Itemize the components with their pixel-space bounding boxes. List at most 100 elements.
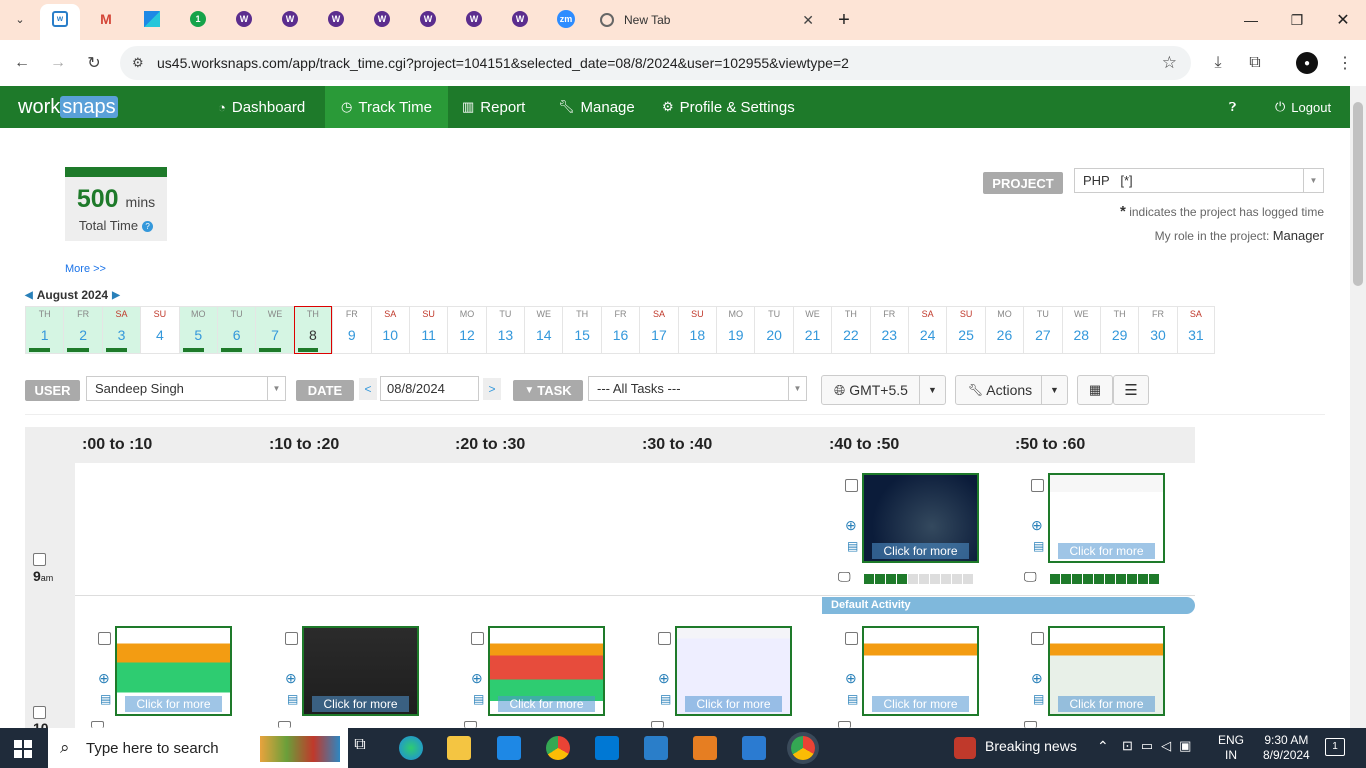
- system-tray-icons[interactable]: ⊡▭◁▣: [1122, 738, 1199, 754]
- zoom-in-icon[interactable]: ⊕: [285, 670, 297, 687]
- nav-track-time[interactable]: ◷ Track Time: [325, 86, 448, 128]
- edge-icon[interactable]: [399, 736, 423, 760]
- screenshot-checkbox[interactable]: [1031, 632, 1044, 645]
- zoom-in-icon[interactable]: ⊕: [1031, 670, 1043, 687]
- calendar-day[interactable]: TH 15: [562, 306, 601, 354]
- calendar-day[interactable]: SA 10: [370, 306, 409, 354]
- zoom-in-icon[interactable]: ⊕: [845, 517, 857, 534]
- tab-gmail[interactable]: M: [95, 8, 117, 30]
- project-select[interactable]: PHP [*] ▼: [1074, 168, 1324, 193]
- calendar-day[interactable]: FR 9: [332, 306, 371, 354]
- zoom-in-icon[interactable]: ⊕: [658, 670, 670, 687]
- more-link[interactable]: More >>: [65, 263, 106, 275]
- tray-chevron-icon[interactable]: ⌃: [1097, 738, 1109, 755]
- hour-10-checkbox[interactable]: [33, 706, 46, 719]
- calendar-day[interactable]: TU 27: [1023, 306, 1062, 354]
- tab-worksnaps-6[interactable]: W: [463, 8, 485, 30]
- timezone-button[interactable]: 🌐︎ GMT+5.5 ▼: [821, 375, 946, 405]
- screenshot-checkbox[interactable]: [651, 721, 664, 728]
- tab-worksnaps-4[interactable]: W: [371, 8, 393, 30]
- screenshot-checkbox[interactable]: [91, 721, 104, 728]
- tab-worksnaps-active[interactable]: w: [40, 4, 80, 40]
- document-icon[interactable]: ▤: [847, 539, 858, 553]
- calendar-day[interactable]: MO 12: [447, 306, 486, 354]
- new-tab-button[interactable]: +: [832, 8, 856, 32]
- calendar-day[interactable]: MO 5: [178, 306, 217, 354]
- screenshot-thumbnail[interactable]: Click for more: [302, 626, 419, 716]
- calendar-day[interactable]: WE 28: [1061, 306, 1100, 354]
- calendar-day[interactable]: TU 20: [754, 306, 793, 354]
- screenshot-checkbox[interactable]: [838, 721, 851, 728]
- news-label[interactable]: Breaking news: [985, 738, 1077, 754]
- calendar-day[interactable]: MO 19: [716, 306, 755, 354]
- worksnaps-icon[interactable]: [644, 736, 668, 760]
- click-for-more-label[interactable]: Click for more: [1058, 696, 1155, 712]
- zoom-in-icon[interactable]: ⊕: [471, 670, 483, 687]
- screenshot-checkbox[interactable]: [278, 721, 291, 728]
- back-icon[interactable]: ←: [11, 52, 33, 74]
- calendar-day[interactable]: WE 21: [792, 306, 832, 354]
- zoom-in-icon[interactable]: ⊕: [845, 670, 857, 687]
- calendar-day[interactable]: TH 1: [25, 306, 64, 354]
- chevron-down-icon[interactable]: ▼: [1041, 376, 1067, 404]
- tab-multi-app[interactable]: [141, 8, 163, 30]
- file-explorer-icon[interactable]: [447, 736, 471, 760]
- tab-search-chevron-icon[interactable]: ⌄: [9, 8, 31, 30]
- calendar-day[interactable]: FR 16: [600, 306, 640, 354]
- reload-icon[interactable]: ↻: [83, 52, 105, 74]
- document-icon[interactable]: ▤: [100, 692, 111, 706]
- close-tab-icon[interactable]: ✕: [802, 12, 814, 29]
- screenshot-thumbnail[interactable]: Click for more: [1048, 626, 1165, 716]
- document-icon[interactable]: ▤: [660, 692, 671, 706]
- store-icon[interactable]: [595, 736, 619, 760]
- extensions-icon[interactable]: ⧉: [1244, 52, 1266, 74]
- forward-icon[interactable]: →: [47, 52, 69, 74]
- nav-profile[interactable]: ⚙ Profile & Settings: [662, 86, 795, 128]
- document-icon[interactable]: ▤: [473, 692, 484, 706]
- screenshot-thumbnail[interactable]: Click for more: [675, 626, 792, 716]
- calendar-day[interactable]: SA 17: [639, 306, 678, 354]
- tab-new-tab[interactable]: New Tab ✕: [588, 4, 826, 36]
- tab-worksnaps-3[interactable]: W: [325, 8, 347, 30]
- click-for-more-label[interactable]: Click for more: [498, 696, 595, 712]
- calendar-day[interactable]: SU 18: [677, 306, 717, 354]
- calendar-day[interactable]: SU 4: [140, 306, 179, 354]
- user-select[interactable]: Sandeep Singh ▼: [86, 376, 286, 401]
- mail-icon[interactable]: [497, 736, 521, 760]
- screenshot-thumbnail[interactable]: Click for more: [488, 626, 605, 716]
- list-view-icon[interactable]: ☰: [1113, 375, 1149, 405]
- screenshot-thumbnail[interactable]: Click for more: [862, 473, 979, 563]
- worksnaps-logo[interactable]: work snaps: [18, 96, 118, 119]
- document-icon[interactable]: ▤: [1033, 539, 1044, 553]
- screenshot-thumbnail[interactable]: Click for more: [115, 626, 232, 716]
- help-icon[interactable]: ?: [142, 221, 154, 233]
- calendar-day[interactable]: FR 30: [1138, 306, 1177, 354]
- calendar-day[interactable]: SA 31: [1176, 306, 1216, 354]
- click-for-more-label[interactable]: Click for more: [872, 543, 969, 559]
- tab-1password[interactable]: 1: [187, 8, 209, 30]
- calendar-day[interactable]: FR 23: [869, 306, 908, 354]
- profile-avatar[interactable]: ●: [1296, 52, 1318, 74]
- task-select[interactable]: --- All Tasks --- ▼: [588, 376, 807, 401]
- scrollbar-thumb[interactable]: [1353, 102, 1363, 286]
- document-icon[interactable]: ▤: [287, 692, 298, 706]
- screenshot-checkbox[interactable]: [1024, 721, 1037, 728]
- chevron-down-icon[interactable]: ▼: [919, 376, 945, 404]
- screenshot-checkbox[interactable]: [658, 632, 671, 645]
- taskbar-search[interactable]: ⌕ Type here to search: [48, 728, 348, 768]
- click-for-more-label[interactable]: Click for more: [125, 696, 222, 712]
- menu-kebab-icon[interactable]: ⋮: [1334, 52, 1356, 74]
- next-date-button[interactable]: >: [483, 378, 501, 400]
- calendar-day[interactable]: TU 6: [216, 306, 256, 354]
- calendar-day[interactable]: TH 22: [831, 306, 870, 354]
- next-month-icon[interactable]: ▶: [112, 290, 120, 301]
- screenshot-thumbnail[interactable]: Click for more: [862, 626, 979, 716]
- tab-worksnaps-2[interactable]: W: [279, 8, 301, 30]
- tab-zoom[interactable]: zm: [555, 8, 577, 30]
- restore-icon[interactable]: ❐: [1285, 8, 1309, 32]
- screenshot-checkbox[interactable]: [845, 632, 858, 645]
- tab-worksnaps-5[interactable]: W: [417, 8, 439, 30]
- nav-report[interactable]: ▥ Report: [462, 86, 525, 128]
- vscode-icon[interactable]: [742, 736, 766, 760]
- calendar-day[interactable]: WE 14: [524, 306, 563, 354]
